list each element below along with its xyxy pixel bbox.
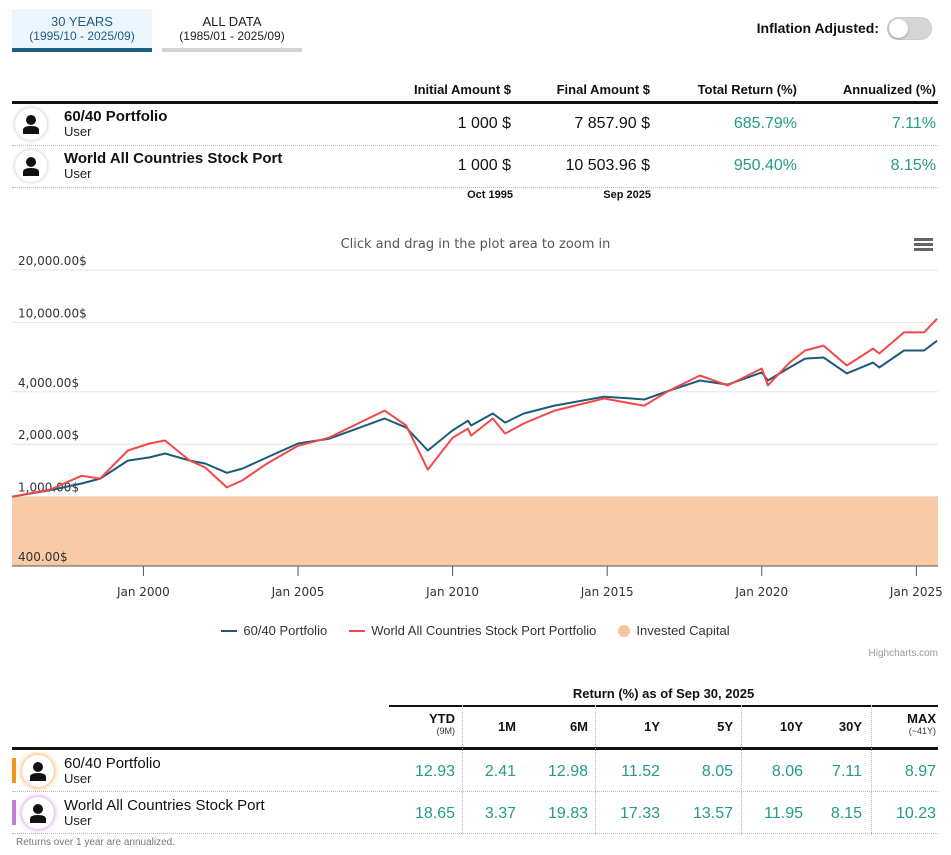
y-tick-label: 4,000.00$ bbox=[18, 376, 79, 390]
return-value: 12.98 bbox=[547, 763, 588, 780]
return-value: 17.33 bbox=[619, 805, 660, 822]
y-tick-label: 2,000.00$ bbox=[18, 428, 79, 442]
returns-header-5y: 5Y bbox=[717, 719, 733, 734]
return-value: 11.52 bbox=[621, 763, 660, 780]
return-value: 19.83 bbox=[547, 805, 588, 822]
sixty-forty-line bbox=[11, 339, 938, 498]
x-tick-label: Jan 2010 bbox=[425, 585, 479, 599]
y-tick-label: 1,000.00$ bbox=[18, 481, 79, 495]
x-tick-label: Jan 2015 bbox=[580, 585, 634, 599]
legend-item-invested[interactable]: Invested Capital bbox=[618, 623, 730, 638]
world-stock-line bbox=[11, 318, 938, 498]
y-tick-label: 10,000.00$ bbox=[18, 306, 87, 320]
returns-header-1y: 1Y bbox=[644, 719, 660, 734]
y-tick-label: 400.00$ bbox=[18, 550, 68, 564]
y-tick-label: 20,000.00$ bbox=[18, 254, 87, 268]
highcharts-credits[interactable]: Highcharts.com bbox=[869, 648, 938, 659]
returns-header-10y: 10Y bbox=[779, 719, 803, 734]
return-value: 8.06 bbox=[771, 763, 803, 780]
series-color-bar bbox=[12, 800, 16, 825]
portfolio-name[interactable]: World All Countries Stock Port bbox=[64, 797, 265, 814]
portfolio-owner: User bbox=[64, 771, 92, 786]
return-value: 8.15 bbox=[830, 805, 862, 822]
portfolio-name[interactable]: 60/40 Portfolio bbox=[64, 755, 161, 772]
x-tick-label: Jan 2005 bbox=[271, 585, 325, 599]
return-value: 18.65 bbox=[414, 805, 455, 822]
returns-title: Return (%) as of Sep 30, 2025 bbox=[572, 686, 755, 701]
returns-footnote: Returns over 1 year are annualized. bbox=[16, 837, 175, 848]
portfolio-owner: User bbox=[64, 813, 92, 828]
x-tick-label: Jan 2000 bbox=[116, 585, 170, 599]
return-value: 10.23 bbox=[895, 805, 936, 822]
return-value: 11.95 bbox=[764, 805, 803, 822]
user-avatar-icon bbox=[22, 797, 54, 829]
chart-plot[interactable]: 20,000.00$ 10,000.00$ 4,000.00$ 2,000.00$ 1,… bbox=[0, 0, 951, 855]
returns-header-1m: 1M bbox=[497, 719, 516, 734]
legend-item-world[interactable]: World All Countries Stock Port Portfolio bbox=[349, 623, 596, 638]
series-color-bar bbox=[12, 758, 16, 783]
returns-header-ytd: YTD (9M) bbox=[429, 711, 455, 736]
x-tick-label: Jan 2025 bbox=[889, 585, 943, 599]
chart-legend: 60/40 Portfolio World All Countries Stoc… bbox=[0, 623, 951, 638]
legend-item-6040[interactable]: 60/40 Portfolio bbox=[221, 623, 327, 638]
return-value: 13.57 bbox=[692, 805, 733, 822]
invested-capital-area bbox=[12, 496, 938, 566]
return-value: 7.11 bbox=[832, 763, 862, 780]
return-value: 2.41 bbox=[484, 763, 516, 780]
returns-header-max: MAX (~41Y) bbox=[907, 711, 936, 736]
return-value: 3.37 bbox=[484, 805, 516, 822]
return-value: 8.05 bbox=[701, 763, 733, 780]
user-avatar-icon bbox=[22, 755, 54, 787]
returns-header-6m: 6M bbox=[569, 719, 588, 734]
x-tick-label: Jan 2020 bbox=[734, 585, 788, 599]
return-value: 8.97 bbox=[904, 763, 936, 780]
return-value: 12.93 bbox=[414, 763, 455, 780]
returns-header-30y: 30Y bbox=[838, 719, 862, 734]
